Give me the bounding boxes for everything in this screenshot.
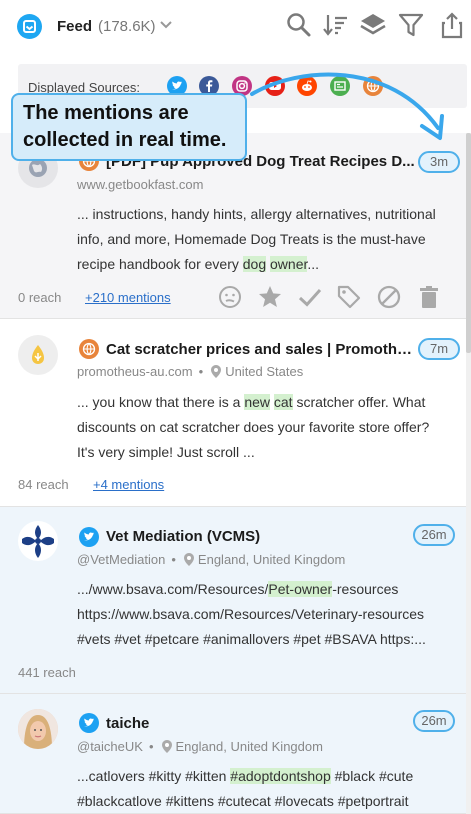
twitter-icon	[79, 527, 99, 547]
feed-header: Feed (178.6K)	[0, 0, 471, 54]
tag-icon[interactable]	[336, 284, 362, 310]
time-badge: 3m	[418, 151, 460, 173]
mention-source-domain[interactable]: promotheus-au.com	[77, 364, 193, 379]
reach-count: 0 reach	[18, 290, 62, 305]
check-icon[interactable]	[297, 284, 323, 310]
mention-snippet: ... instructions, handy hints, allergy a…	[77, 206, 436, 272]
mention-location: England, United Kingdom	[175, 739, 323, 754]
mention-card[interactable]: Vet Mediation (VCMS) 26m @VetMediation • E…	[0, 507, 466, 694]
site-avatar	[18, 335, 58, 375]
chevron-down-icon[interactable]	[159, 17, 173, 36]
keyword-highlight: owner	[270, 256, 308, 272]
mention-author-handle[interactable]: @taicheUK	[77, 739, 143, 754]
time-badge: 26m	[413, 524, 455, 546]
sentiment-icon[interactable]	[217, 284, 243, 310]
mention-actions	[217, 284, 447, 310]
user-avatar	[18, 709, 58, 749]
trash-icon[interactable]	[416, 284, 442, 310]
keyword-highlight: dog	[242, 256, 267, 272]
feed-scrollbar[interactable]	[466, 133, 471, 814]
star-icon[interactable]	[257, 284, 283, 310]
time-badge: 26m	[413, 710, 455, 732]
keyword-highlight: #adoptdontshop	[230, 768, 331, 784]
mention-title[interactable]: Cat scratcher prices and sales | Promoth…	[106, 341, 418, 358]
location-pin-icon	[183, 553, 194, 566]
tooltip-line-1: The mentions are	[23, 102, 189, 124]
mention-source-meta: @taicheUK • England, United Kingdom	[77, 739, 323, 754]
tooltip-arrow	[250, 72, 444, 140]
mention-location: United States	[225, 364, 304, 379]
keyword-highlight: cat	[273, 394, 293, 410]
keyword-highlight: new	[244, 394, 270, 410]
tooltip-line-2: collected in real time.	[23, 129, 227, 151]
mention-source-meta: @VetMediation • England, United Kingdom	[77, 552, 346, 567]
block-icon[interactable]	[376, 284, 402, 310]
mention-author-handle[interactable]: @VetMediation	[77, 552, 165, 567]
mention-title[interactable]: taiche	[106, 715, 406, 732]
mention-card[interactable]: Cat scratcher prices and sales | Promoth…	[0, 319, 466, 507]
realtime-tooltip: The mentions are collected in real time.	[11, 93, 247, 161]
app-logo[interactable]	[17, 14, 42, 39]
share-icon[interactable]	[438, 11, 466, 39]
web-icon	[79, 339, 99, 359]
twitter-icon	[79, 713, 99, 733]
location-pin-icon	[211, 365, 222, 378]
mention-title[interactable]: Vet Mediation (VCMS)	[106, 528, 406, 545]
mention-location: England, United Kingdom	[197, 552, 346, 567]
mention-source-domain[interactable]: www.getbookfast.com	[77, 177, 203, 192]
mention-snippet: ...catlovers #kitty #kitten #adoptdontsh…	[77, 768, 414, 809]
search-icon[interactable]	[285, 11, 313, 39]
mention-snippet: ... you know that there is a new cat scr…	[77, 394, 430, 460]
keyword-highlight: Pet-owner	[268, 581, 333, 597]
time-badge: 7m	[418, 338, 460, 360]
mention-source-meta: promotheus-au.com • United States	[77, 364, 304, 379]
scrollbar-thumb[interactable]	[466, 133, 471, 353]
mentions-link[interactable]: +4 mentions	[93, 477, 164, 492]
sort-icon[interactable]	[322, 11, 350, 39]
reach-count: 441 reach	[18, 665, 76, 680]
mention-snippet: .../www.bsava.com/Resources/Pet-owner-re…	[77, 581, 426, 647]
feed-title[interactable]: Feed	[57, 18, 92, 35]
reach-count: 84 reach	[18, 477, 69, 492]
layers-icon[interactable]	[359, 11, 387, 39]
user-avatar	[18, 521, 58, 561]
mention-card[interactable]: taiche 26m @taicheUK • England, United Kin…	[0, 694, 466, 814]
mentions-link[interactable]: +210 mentions	[85, 290, 171, 305]
feed-count: (178.6K)	[98, 18, 156, 35]
location-pin-icon	[161, 740, 172, 753]
filter-icon[interactable]	[397, 11, 425, 39]
